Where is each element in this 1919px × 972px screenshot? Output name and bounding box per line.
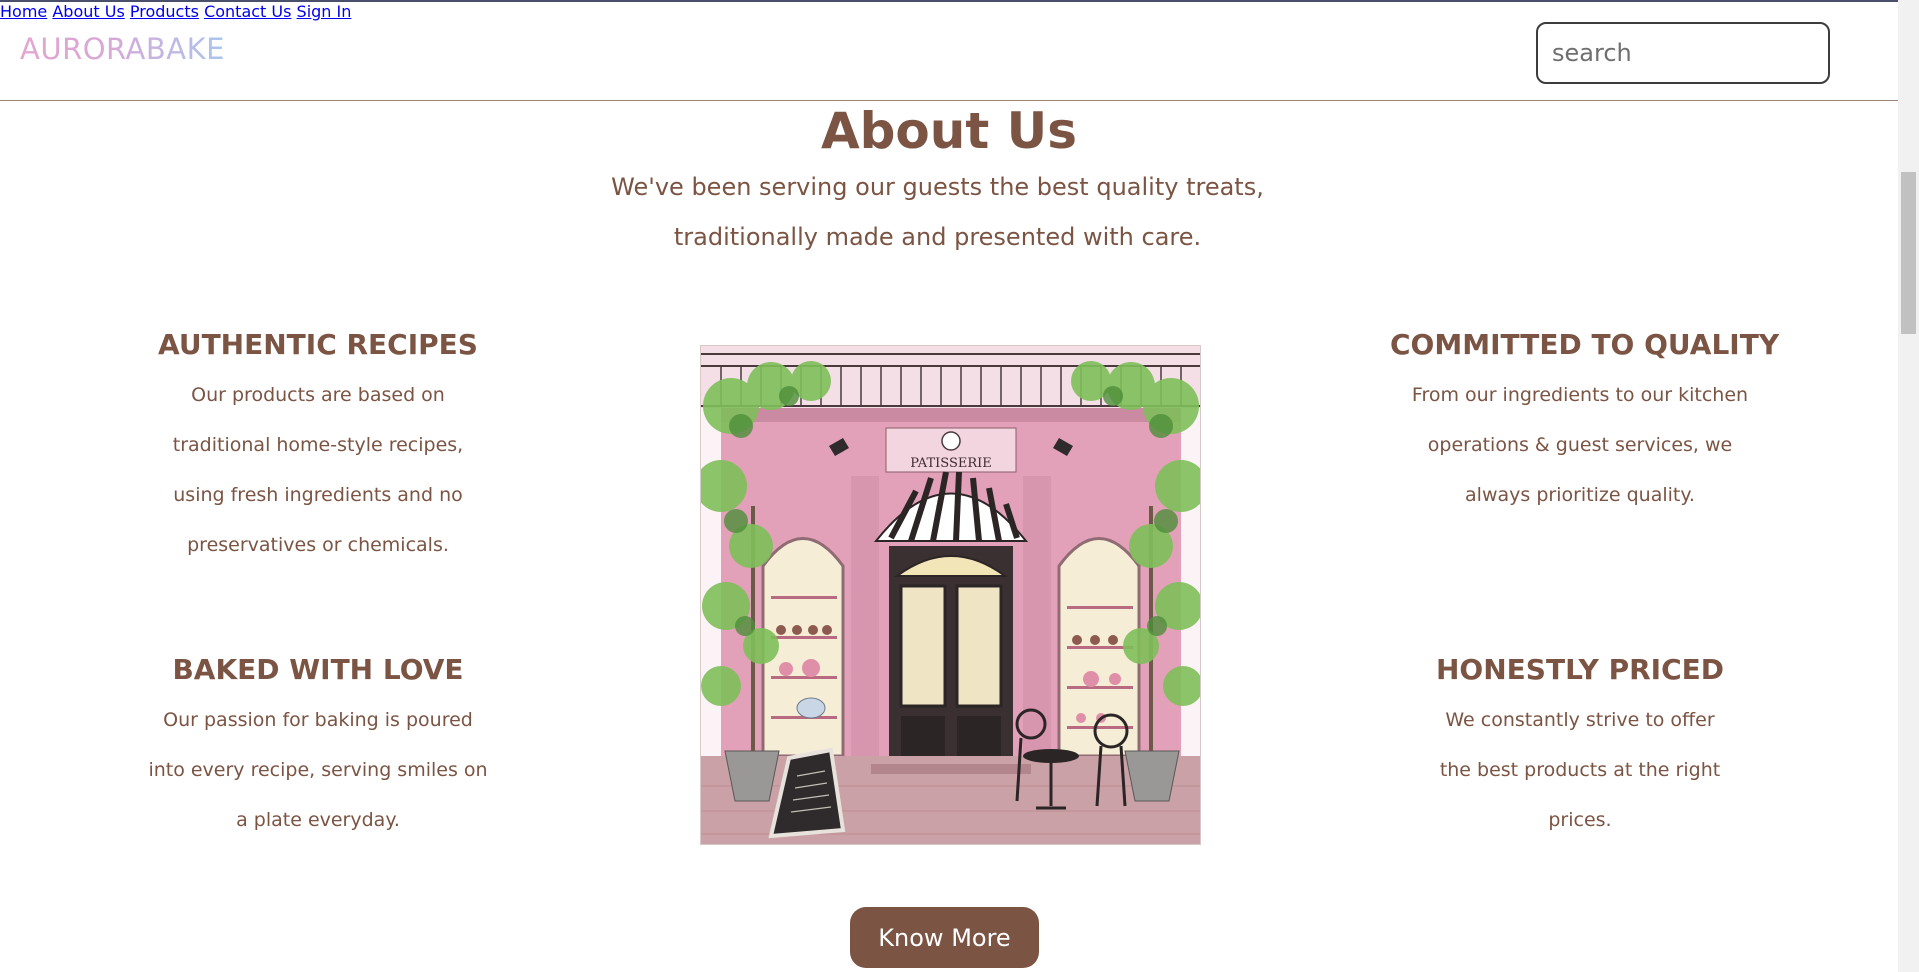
feature-authentic-recipes: AUTHENTIC RECIPES Our products are based… [128,322,508,570]
know-more-button[interactable]: Know More [850,907,1039,968]
subtitle-line-2: traditionally made and presented with ca… [673,223,1202,251]
subtitle-line-1: We've been serving our guests the best q… [611,173,1264,201]
feature-text: We constantly strive to offer the best p… [1439,709,1721,831]
scrollbar-thumb[interactable] [1901,172,1916,334]
feature-text: Our passion for baking is poured into ev… [148,709,488,831]
feature-text: Our products are based on traditional ho… [172,384,464,556]
main-nav: Home About Us Products Contact Us Sign I… [0,2,1898,21]
search-input[interactable] [1536,22,1830,84]
patisserie-storefront-image: PATISSERIE [701,346,1200,844]
page-subtitle: We've been serving our guests the best q… [0,162,1875,262]
page-title: About Us [820,102,1078,160]
feature-committed-to-quality: COMMITTED TO QUALITY From our ingredient… [1390,322,1780,520]
feature-title: AUTHENTIC RECIPES [158,328,478,361]
site-logo[interactable]: AURORABAKE [20,32,225,66]
site-header: AURORABAKE Home About Us Products Contac… [0,2,1898,101]
patisserie-illustration: PATISSERIE [700,345,1201,845]
nav-products[interactable]: Products [130,2,199,21]
feature-title: HONESTLY PRICED [1436,653,1724,686]
feature-baked-with-love: BAKED WITH LOVE Our passion for baking i… [128,647,508,845]
feature-honestly-priced: HONESTLY PRICED We constantly strive to … [1390,647,1770,845]
nav-about-us[interactable]: About Us [52,2,124,21]
feature-title: COMMITTED TO QUALITY [1390,328,1780,361]
nav-sign-in[interactable]: Sign In [297,2,352,21]
nav-contact-us[interactable]: Contact Us [204,2,291,21]
shop-sign-text: PATISSERIE [910,456,992,471]
feature-title: BAKED WITH LOVE [172,653,464,686]
feature-text: From our ingredients to our kitchen oper… [1411,384,1749,506]
scrollbar-track[interactable] [1898,0,1919,972]
nav-home[interactable]: Home [0,2,47,21]
